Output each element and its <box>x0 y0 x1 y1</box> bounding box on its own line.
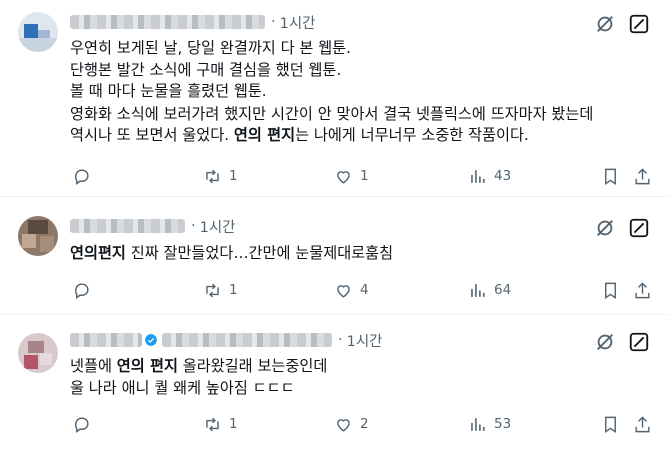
share-icon <box>635 167 650 184</box>
share-button[interactable] <box>633 412 652 436</box>
tweet-header: · 1시간 <box>70 329 383 351</box>
hashtag-title: 연의편지 <box>70 244 126 262</box>
tweet-line: 역시나 또 보면서 울었다. 연의 편지는 나에게 너무너무 소중한 작품이다. <box>70 125 648 146</box>
views-count: 64 <box>494 282 512 298</box>
tweet[interactable]: · 1시간 우연히 보게된 날, 당일 완결까지 다 본 웹툰. 단행본 발간 … <box>0 0 668 197</box>
hashtag-title: 연의 편지 <box>233 126 296 144</box>
grok-icon[interactable] <box>628 217 650 239</box>
grok-icon[interactable] <box>628 331 650 353</box>
more-icon[interactable] <box>594 217 616 239</box>
bookmark-button[interactable] <box>601 164 620 188</box>
tweet-header: · 1시간 <box>70 215 236 237</box>
avatar[interactable] <box>18 12 58 52</box>
tweet-time[interactable]: 1시간 <box>280 12 316 33</box>
tweet-line: 영화화 소식에 보러가려 했지만 시간이 안 맞아서 결국 넷플릭스에 뜨자마자… <box>70 104 594 123</box>
blurred-handle <box>162 333 332 347</box>
views-button[interactable]: 53 <box>468 412 511 436</box>
retweet-button[interactable]: 1 <box>203 278 238 302</box>
retweet-button[interactable]: 1 <box>203 164 238 188</box>
text-span: 역시나 또 보면서 울었다. <box>70 126 234 144</box>
retweet-icon <box>206 283 219 297</box>
share-button[interactable] <box>633 278 652 302</box>
blurred-username <box>70 219 185 233</box>
separator-dot: · <box>271 14 276 30</box>
like-count: 4 <box>360 282 369 298</box>
tweet-text: 연의편지 진짜 잘만들었다…간만에 눈물제대로훔침 <box>70 243 648 264</box>
share-icon <box>635 415 650 432</box>
separator-dot: · <box>191 218 196 234</box>
more-icon[interactable] <box>594 331 616 353</box>
views-count: 43 <box>494 168 512 184</box>
tweet-actions: 1 1 43 <box>60 164 660 188</box>
like-count: 2 <box>360 416 369 432</box>
tweet-line: 볼 때 마다 눈물을 흘렸던 웹툰. <box>70 82 267 100</box>
like-button[interactable]: 1 <box>334 164 369 188</box>
like-button[interactable]: 2 <box>334 412 369 436</box>
blurred-username <box>70 333 142 347</box>
reply-button[interactable] <box>72 164 98 188</box>
tweet-header: · 1시간 <box>70 11 316 33</box>
hashtag-title: 연의 편지 <box>116 357 178 375</box>
reply-icon <box>75 416 89 433</box>
reply-button[interactable] <box>72 412 98 436</box>
bookmark-button[interactable] <box>601 412 620 436</box>
retweet-count: 1 <box>229 282 238 298</box>
tweet-line: 연의편지 진짜 잘만들었다…간만에 눈물제대로훔침 <box>70 243 648 264</box>
avatar[interactable] <box>18 216 58 256</box>
text-span: 올라왔길래 보는중인데 <box>177 357 328 375</box>
more-icon[interactable] <box>594 13 616 35</box>
tweet-line: 우연히 보게된 날, 당일 완결까지 다 본 웹툰. <box>70 39 351 57</box>
tweet-actions: 1 2 53 <box>60 412 660 436</box>
tweet-time[interactable]: 1시간 <box>200 216 236 237</box>
views-count: 53 <box>494 416 512 432</box>
views-icon <box>471 417 485 431</box>
tweet-line: 단행본 발간 소식에 구매 결심을 했던 웹툰. <box>70 60 342 79</box>
views-button[interactable]: 64 <box>468 278 511 302</box>
avatar[interactable] <box>18 333 58 373</box>
separator-dot: · <box>338 332 343 348</box>
tweet-line: 울 나라 애니 퀄 왜케 높아짐 ㄷㄷㄷ <box>70 378 295 397</box>
tweet-text: 넷플에 연의 편지 올라왔길래 보는중인데 울 나라 애니 퀄 왜케 높아짐 ㄷ… <box>70 356 648 398</box>
text-span: 진짜 잘만들었다…간만에 눈물제대로훔침 <box>125 244 394 262</box>
grok-icon[interactable] <box>628 13 650 35</box>
retweet-icon <box>206 169 219 183</box>
text-span: 넷플에 <box>70 357 117 375</box>
retweet-button[interactable]: 1 <box>203 412 238 436</box>
reply-icon <box>75 168 89 185</box>
bookmark-icon <box>605 168 616 185</box>
views-icon <box>471 169 485 183</box>
heart-icon <box>337 418 350 432</box>
tweet[interactable]: · 1시간 연의편지 진짜 잘만들었다…간만에 눈물제대로훔침 1 4 64 <box>0 198 668 315</box>
like-count: 1 <box>360 168 369 184</box>
share-icon <box>635 281 650 298</box>
views-button[interactable]: 43 <box>468 164 511 188</box>
tweet-time[interactable]: 1시간 <box>347 330 383 351</box>
share-button[interactable] <box>633 164 652 188</box>
retweet-icon <box>206 417 219 431</box>
verified-badge-icon <box>145 334 157 346</box>
tweet[interactable]: · 1시간 넷플에 연의 편지 올라왔길래 보는중인데 울 나라 애니 퀄 왜케… <box>0 316 668 449</box>
reply-button[interactable] <box>72 278 98 302</box>
blurred-username <box>70 15 265 29</box>
tweet-actions: 1 4 64 <box>60 278 660 302</box>
tweet-text: 우연히 보게된 날, 당일 완결까지 다 본 웹툰. 단행본 발간 소식에 구매… <box>70 38 648 146</box>
bookmark-button[interactable] <box>601 278 620 302</box>
tweet-line: 넷플에 연의 편지 올라왔길래 보는중인데 <box>70 356 648 377</box>
bookmark-icon <box>605 416 616 433</box>
reply-icon <box>75 282 89 299</box>
bookmark-icon <box>605 282 616 299</box>
retweet-count: 1 <box>229 168 238 184</box>
views-icon <box>471 283 485 297</box>
heart-icon <box>337 284 350 298</box>
like-button[interactable]: 4 <box>334 278 369 302</box>
text-span: 는 나에게 너무너무 소중한 작품이다. <box>295 126 529 144</box>
heart-icon <box>337 170 350 184</box>
retweet-count: 1 <box>229 416 238 432</box>
